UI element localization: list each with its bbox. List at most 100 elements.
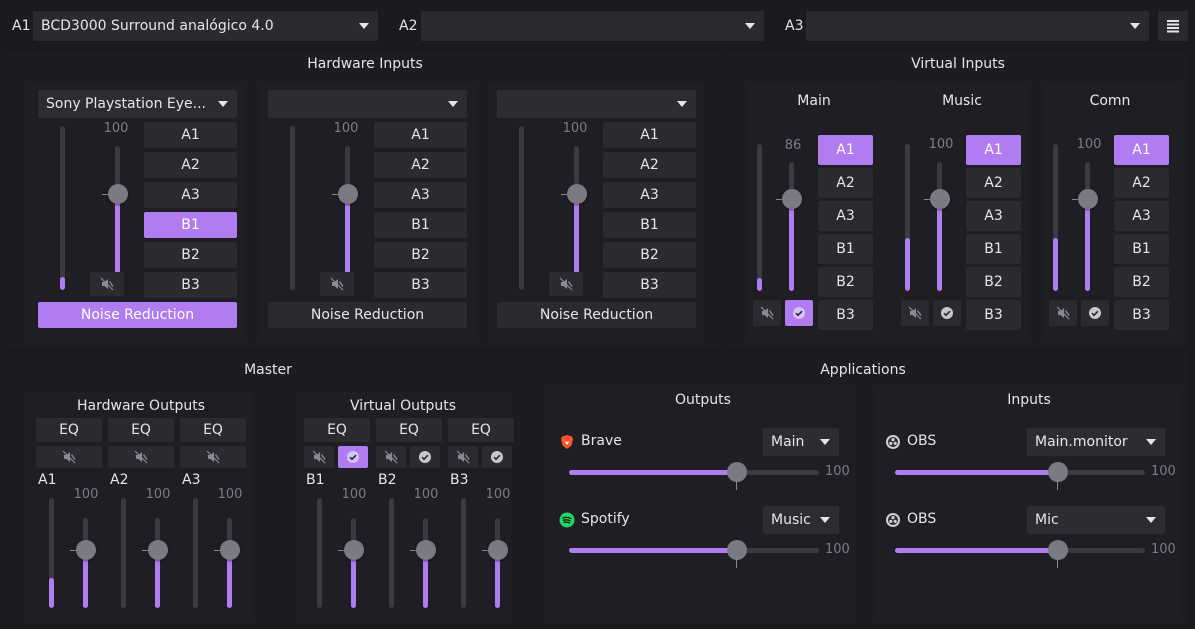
master-b1-mute-button[interactable] [304,446,334,468]
virtual-input-music-route-a2[interactable]: A2 [966,168,1021,198]
master-a1-eq-button[interactable]: EQ [36,418,102,442]
hw-input-2-device-select[interactable] [268,90,467,118]
master-b2-monitor-button[interactable] [410,446,440,468]
master-b2-eq-button[interactable]: EQ [376,418,442,442]
master-b3-monitor-button[interactable] [482,446,512,468]
master-a1-volume-slider[interactable] [83,518,88,608]
hw-input-1-device-select[interactable]: Sony Playstation Eye... [38,90,237,118]
master-a2-eq-button[interactable]: EQ [108,418,174,442]
hw-input-3-route-b3[interactable]: B3 [603,272,696,298]
master-b1-monitor-button[interactable] [338,446,368,468]
hw-input-2-route-b2[interactable]: B2 [374,242,467,268]
virtual-input-main-slider-knob[interactable] [782,189,802,209]
hw-input-2-route-b1[interactable]: B1 [374,212,467,238]
master-a3-mute-button[interactable] [180,446,246,468]
virtual-input-music-route-b3[interactable]: B3 [966,300,1021,330]
virtual-input-music-route-b2[interactable]: B2 [966,267,1021,297]
virtual-input-main-mute-button[interactable] [753,300,781,326]
hw-input-1-route-b3[interactable]: B3 [144,272,237,298]
virtual-input-comn-volume-slider[interactable] [1085,162,1090,291]
master-a2-slider-knob[interactable] [148,540,168,560]
hw-input-2-route-a3[interactable]: A3 [374,182,467,208]
virtual-input-comn-route-a3[interactable]: A3 [1114,201,1169,231]
master-a3-volume-slider[interactable] [227,518,232,608]
virtual-input-main-monitor-button[interactable] [785,300,813,326]
hw-input-1-slider-knob[interactable] [108,184,128,204]
virtual-input-music-route-a1[interactable]: A1 [966,135,1021,165]
app-inputs-2-volume-slider[interactable] [895,540,1145,560]
virtual-input-comn-slider-knob[interactable] [1078,189,1098,209]
virtual-input-main-route-a2[interactable]: A2 [818,168,873,198]
virtual-input-main-route-a1[interactable]: A1 [818,135,873,165]
master-a3-slider-knob[interactable] [220,540,240,560]
master-b3-mute-button[interactable] [448,446,478,468]
hw-input-3-route-a1[interactable]: A1 [603,122,696,148]
a2-device-select[interactable] [421,11,764,41]
master-a1-mute-button[interactable] [36,446,102,468]
app-inputs-2-slider-knob[interactable] [1048,540,1068,560]
master-b1-slider-knob[interactable] [344,540,364,560]
master-b2-volume-slider[interactable] [423,518,428,608]
master-b3-eq-button[interactable]: EQ [448,418,514,442]
hw-input-3-noise-reduction-button[interactable]: Noise Reduction [497,302,696,328]
a1-device-select[interactable]: BCD3000 Surround analógico 4.0 [33,11,378,41]
master-a3-eq-button[interactable]: EQ [180,418,246,442]
virtual-input-main-route-b3[interactable]: B3 [818,300,873,330]
virtual-input-main-route-b1[interactable]: B1 [818,234,873,264]
virtual-input-main-volume-slider[interactable] [789,162,794,291]
hw-input-1-noise-reduction-button[interactable]: Noise Reduction [38,302,237,328]
app-inputs-1-slider-knob[interactable] [1048,462,1068,482]
hw-input-2-noise-reduction-button[interactable]: Noise Reduction [268,302,467,328]
virtual-input-comn-route-a2[interactable]: A2 [1114,168,1169,198]
virtual-input-music-volume-slider[interactable] [937,162,942,291]
hw-input-3-route-b2[interactable]: B2 [603,242,696,268]
hw-input-2-volume-slider[interactable] [345,146,350,290]
app-outputs-1-target-select[interactable]: Main [763,428,839,456]
hw-input-2-route-a2[interactable]: A2 [374,152,467,178]
hw-input-2-route-b3[interactable]: B3 [374,272,467,298]
app-outputs-1-slider-knob[interactable] [727,462,747,482]
hw-input-1-mute-button[interactable] [90,272,124,296]
virtual-input-comn-route-a1[interactable]: A1 [1114,135,1169,165]
master-b3-volume-slider[interactable] [495,518,500,608]
app-outputs-2-slider-knob[interactable] [727,540,747,560]
virtual-input-music-monitor-button[interactable] [933,300,961,326]
hw-input-1-route-b2[interactable]: B2 [144,242,237,268]
virtual-input-comn-monitor-button[interactable] [1081,300,1109,326]
app-inputs-1-volume-slider[interactable] [895,462,1145,482]
hw-input-3-mute-button[interactable] [549,272,583,296]
master-b3-slider-knob[interactable] [488,540,508,560]
virtual-input-comn-route-b1[interactable]: B1 [1114,234,1169,264]
virtual-input-main-route-a3[interactable]: A3 [818,201,873,231]
master-a1-slider-knob[interactable] [76,540,96,560]
app-outputs-2-volume-slider[interactable] [569,540,819,560]
master-b2-slider-knob[interactable] [416,540,436,560]
hw-input-1-volume-slider[interactable] [115,146,120,290]
hw-input-1-route-a2[interactable]: A2 [144,152,237,178]
hw-input-2-mute-button[interactable] [320,272,354,296]
master-a2-volume-slider[interactable] [155,518,160,608]
menu-button[interactable] [1158,11,1188,41]
virtual-input-music-route-b1[interactable]: B1 [966,234,1021,264]
hw-input-3-device-select[interactable] [497,90,696,118]
master-b2-mute-button[interactable] [376,446,406,468]
hw-input-1-route-b1[interactable]: B1 [144,212,237,238]
hw-input-3-route-b1[interactable]: B1 [603,212,696,238]
hw-input-2-slider-knob[interactable] [338,184,358,204]
virtual-input-music-slider-knob[interactable] [930,189,950,209]
master-b1-eq-button[interactable]: EQ [304,418,370,442]
virtual-input-music-route-a3[interactable]: A3 [966,201,1021,231]
hw-input-3-route-a2[interactable]: A2 [603,152,696,178]
virtual-input-music-mute-button[interactable] [901,300,929,326]
app-inputs-2-target-select[interactable]: Mic [1027,506,1165,534]
hw-input-2-route-a1[interactable]: A1 [374,122,467,148]
hw-input-1-route-a3[interactable]: A3 [144,182,237,208]
virtual-input-main-route-b2[interactable]: B2 [818,267,873,297]
hw-input-1-route-a1[interactable]: A1 [144,122,237,148]
hw-input-3-slider-knob[interactable] [567,184,587,204]
virtual-input-comn-mute-button[interactable] [1049,300,1077,326]
app-outputs-1-volume-slider[interactable] [569,462,819,482]
app-outputs-2-target-select[interactable]: Music [763,506,839,534]
virtual-input-comn-route-b3[interactable]: B3 [1114,300,1169,330]
virtual-input-comn-route-b2[interactable]: B2 [1114,267,1169,297]
